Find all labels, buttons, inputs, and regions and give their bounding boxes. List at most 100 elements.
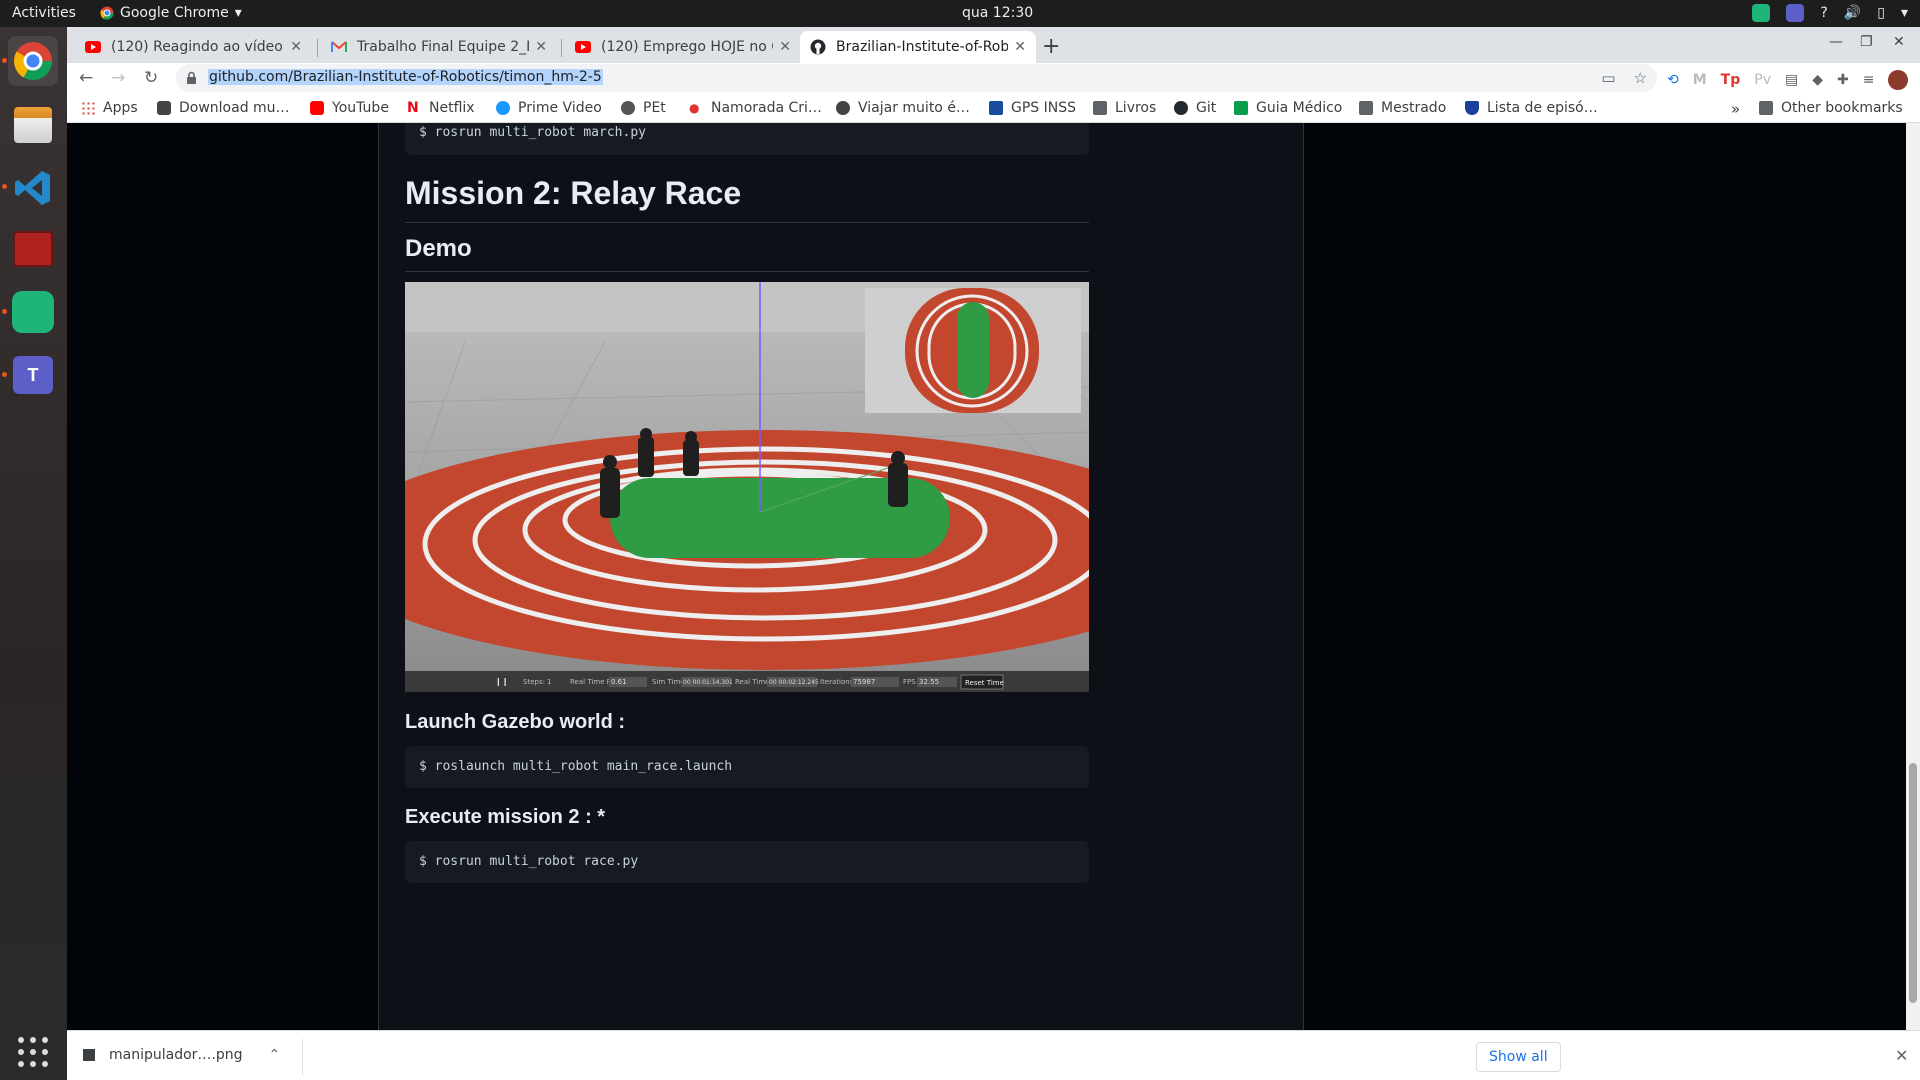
- gazebo-real-time-label: Real Time: [735, 678, 769, 686]
- gazebo-real-time-value: 00 00:02:12.245: [769, 679, 819, 686]
- teams-tray-icon[interactable]: [1786, 4, 1805, 22]
- page-scrollbar[interactable]: [1906, 123, 1920, 1030]
- close-shelf-icon[interactable]: ✕: [1895, 1046, 1908, 1065]
- bookmark-folder-mestrado[interactable]: Mestrado: [1359, 100, 1446, 116]
- close-tab-icon[interactable]: ✕: [535, 39, 547, 55]
- bookmark-viajar[interactable]: Viajar muito é…: [836, 100, 970, 116]
- code-block-march[interactable]: $ rosrun multi_robot march.py: [405, 123, 1089, 155]
- bookmark-prime-video[interactable]: Prime Video: [496, 100, 602, 116]
- dock-chrome[interactable]: [8, 36, 58, 86]
- running-indicator: [2, 372, 7, 377]
- youtube-icon: [310, 101, 324, 115]
- dock-teams[interactable]: T: [8, 350, 58, 400]
- code-block-execute[interactable]: $ rosrun multi_robot race.py: [405, 841, 1089, 883]
- running-indicator: [2, 184, 7, 189]
- bookmark-folder-livros[interactable]: Livros: [1093, 100, 1156, 116]
- dock-sync-app[interactable]: [8, 287, 58, 337]
- bookmark-download-music[interactable]: Download mu…: [157, 100, 290, 116]
- tab-separator: [561, 39, 562, 57]
- volume-icon[interactable]: 🔊: [1844, 5, 1861, 21]
- tab-title: (120) Reagindo ao vídeo s: [111, 39, 285, 55]
- more-bookmarks-chevron[interactable]: »: [1731, 100, 1740, 118]
- dock-vscode[interactable]: [8, 163, 58, 213]
- extension-reader-icon[interactable]: ▤: [1785, 72, 1798, 88]
- bookmark-guia-medico[interactable]: Guia Médico: [1234, 100, 1342, 116]
- bookmark-star-icon[interactable]: ☆: [1634, 69, 1647, 87]
- lock-icon: [186, 70, 197, 89]
- help-icon[interactable]: ?: [1820, 5, 1827, 21]
- gazebo-rtf-value: 0.61: [611, 678, 627, 686]
- tab-youtube-emprego[interactable]: (120) Emprego HOJE no C ✕: [565, 31, 801, 63]
- new-tab-button[interactable]: +: [1042, 34, 1060, 59]
- app-menu[interactable]: Google Chrome ▾: [100, 5, 242, 21]
- github-icon: [810, 39, 826, 55]
- tab-github-active[interactable]: Brazilian-Institute-of-Rob ✕: [800, 31, 1036, 63]
- address-bar[interactable]: github.com/Brazilian-Institute-of-Roboti…: [176, 64, 1657, 92]
- sync-app-icon[interactable]: [1752, 4, 1771, 22]
- bookmark-other[interactable]: Other bookmarks: [1759, 100, 1903, 116]
- gazebo-iterations-value: 75987: [853, 678, 875, 686]
- show-all-button[interactable]: Show all: [1476, 1042, 1561, 1072]
- clock[interactable]: qua 12:30: [962, 5, 1033, 21]
- minimize-icon[interactable]: —: [1829, 34, 1843, 50]
- globe-icon: [621, 101, 635, 115]
- tab-gmail-trabalho[interactable]: Trabalho Final Equipe 2_IC ✕: [321, 31, 557, 63]
- extension-tp-icon[interactable]: Tp: [1721, 72, 1741, 88]
- media-queue-icon[interactable]: ≡: [1863, 72, 1875, 88]
- chevron-up-icon[interactable]: ⌃: [269, 1047, 281, 1063]
- bookmark-namorada[interactable]: ● Namorada Cri…: [689, 100, 822, 116]
- download-shelf: manipulador….png ⌃ Show all ✕: [67, 1030, 1920, 1080]
- bookmarks-bar: Apps Download mu… YouTube N Netflix Prime…: [67, 95, 1920, 123]
- extension-m-icon[interactable]: M: [1693, 72, 1707, 88]
- tab-youtube-reagindo[interactable]: (120) Reagindo ao vídeo s ✕: [75, 31, 312, 63]
- bookmark-git[interactable]: Git: [1174, 100, 1216, 116]
- url-text[interactable]: github.com/Brazilian-Institute-of-Roboti…: [208, 69, 603, 85]
- restore-icon[interactable]: ❐: [1860, 34, 1873, 50]
- system-menu-chevron-icon[interactable]: ▾: [1901, 5, 1908, 21]
- demo-gif-image[interactable]: ❙❙ Steps: 1 Real Time Factor: 0.61 Sim T…: [405, 282, 1089, 692]
- code-block-launch[interactable]: $ roslaunch multi_robot main_race.launch: [405, 746, 1089, 788]
- medical-guide-icon: [1234, 101, 1248, 115]
- download-item[interactable]: manipulador….png ⌃: [83, 1047, 280, 1063]
- github-icon: [1174, 101, 1188, 115]
- terminal-icon: [13, 231, 53, 267]
- bookmark-gps-inss[interactable]: GPS INSS: [989, 100, 1076, 116]
- gazebo-simulation-image: ❙❙ Steps: 1 Real Time Factor: 0.61 Sim T…: [405, 282, 1089, 692]
- close-tab-icon[interactable]: ✕: [1014, 39, 1026, 55]
- close-window-icon[interactable]: ✕: [1893, 34, 1905, 50]
- dock-files[interactable]: [8, 100, 58, 150]
- execute-heading: Execute mission 2 : *: [405, 806, 606, 828]
- demo-heading: Demo: [405, 235, 1089, 272]
- profile-avatar[interactable]: [1888, 70, 1909, 90]
- back-arrow-icon[interactable]: ←: [79, 68, 93, 88]
- system-tray[interactable]: ? 🔊 ▯ ▾: [1752, 4, 1908, 22]
- youtube-icon: [85, 39, 101, 55]
- show-applications-button[interactable]: [8, 1027, 58, 1077]
- reload-icon[interactable]: ↻: [144, 68, 158, 88]
- extension-tag-icon[interactable]: ◆: [1812, 72, 1823, 88]
- bookmark-pet[interactable]: PEt: [621, 100, 666, 116]
- image-file-icon: [83, 1049, 95, 1061]
- tab-title: Brazilian-Institute-of-Rob: [836, 39, 1009, 55]
- activities-button[interactable]: Activities: [12, 5, 76, 21]
- chevron-down-icon: ▾: [234, 5, 242, 21]
- close-tab-icon[interactable]: ✕: [779, 39, 791, 55]
- dock-terminal[interactable]: [8, 224, 58, 274]
- cast-icon[interactable]: ▭: [1601, 69, 1615, 87]
- extension-sync-icon[interactable]: ⟲: [1667, 72, 1679, 88]
- forward-arrow-icon[interactable]: →: [111, 68, 125, 88]
- car-icon: [157, 101, 171, 115]
- battery-icon[interactable]: ▯: [1877, 5, 1885, 21]
- extensions-puzzle-icon[interactable]: ✚: [1837, 72, 1849, 88]
- bookmark-lista-episodios[interactable]: Lista de episó…: [1465, 100, 1598, 116]
- extension-pv-icon[interactable]: Pv: [1754, 72, 1771, 88]
- globe-icon: [836, 101, 850, 115]
- bookmark-youtube[interactable]: YouTube: [310, 100, 389, 116]
- extensions-area: ⟲ M Tp Pv ▤ ◆ ✚ ≡ ⋮: [1667, 70, 1920, 90]
- close-tab-icon[interactable]: ✕: [290, 39, 302, 55]
- bookmark-apps[interactable]: Apps: [81, 100, 138, 116]
- apps-grid-icon: [81, 101, 95, 115]
- scrollbar-thumb[interactable]: [1909, 763, 1917, 1003]
- gazebo-fps-value: 32.55: [919, 678, 939, 686]
- bookmark-netflix[interactable]: N Netflix: [407, 100, 475, 116]
